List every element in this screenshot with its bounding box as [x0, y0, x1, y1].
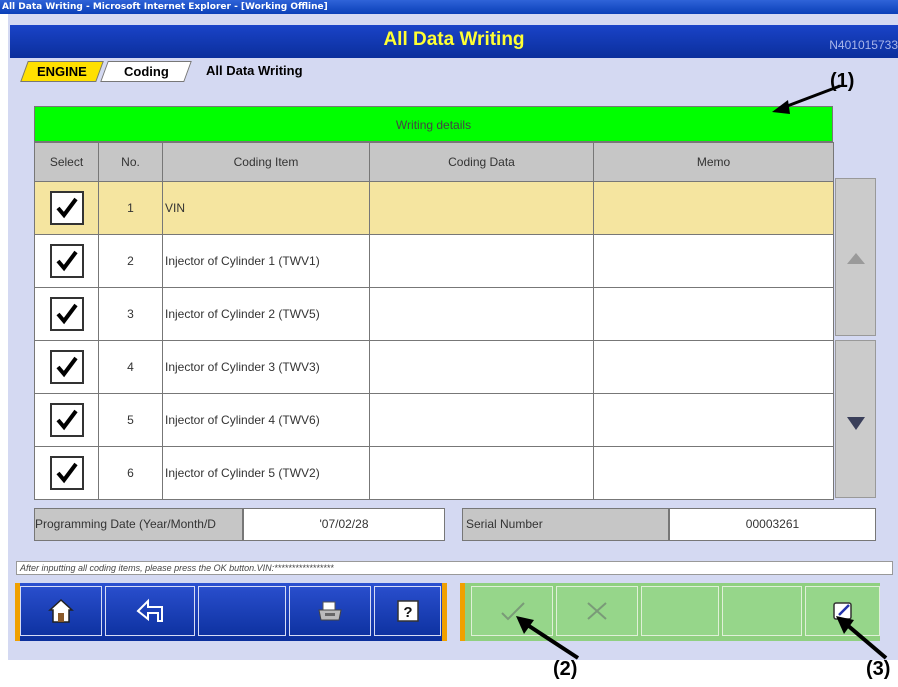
table-row[interactable]: 3 Injector of Cylinder 2 (TWV5) [34, 287, 834, 341]
empty-button-1[interactable] [198, 586, 286, 636]
breadcrumb-engine-label: ENGINE [37, 64, 87, 79]
breadcrumb-current: All Data Writing [206, 63, 303, 78]
scroll-down-button[interactable] [835, 340, 876, 498]
table-row[interactable]: 4 Injector of Cylinder 3 (TWV3) [34, 340, 834, 394]
row-coding-item: VIN [162, 181, 370, 235]
triangle-up-icon [847, 253, 865, 264]
column-header-memo: Memo [593, 142, 834, 182]
row-number: 1 [98, 181, 163, 235]
row-number: 2 [98, 234, 163, 288]
triangle-down-icon [847, 417, 865, 430]
column-header-no: No. [98, 142, 163, 182]
info-row: Programming Date (Year/Month/D '07/02/28… [34, 508, 876, 541]
writing-details-header: Writing details [34, 106, 833, 142]
breadcrumb-coding-label: Coding [123, 64, 169, 79]
row-coding-item: Injector of Cylinder 5 (TWV2) [162, 446, 370, 500]
row-select-cell [34, 287, 99, 341]
checkmark-icon [55, 250, 78, 272]
page-title: All Data Writing [383, 29, 525, 50]
row-coding-item: Injector of Cylinder 4 (TWV6) [162, 393, 370, 447]
home-icon [48, 598, 74, 623]
row-memo [593, 340, 834, 394]
serial-number-label: Serial Number [462, 508, 669, 541]
row-coding-data [369, 446, 594, 500]
screen-id: N401015733 [829, 38, 898, 52]
breadcrumb-coding[interactable]: Coding [100, 61, 192, 82]
table-row[interactable]: 6 Injector of Cylinder 5 (TWV2) [34, 446, 834, 500]
row-select-cell [34, 234, 99, 288]
back-button[interactable] [105, 586, 195, 636]
row-coding-item: Injector of Cylinder 1 (TWV1) [162, 234, 370, 288]
row-checkbox[interactable] [49, 403, 84, 437]
serial-number-value: 00003261 [669, 508, 876, 541]
print-icon [318, 601, 342, 621]
toolbar-left: ? [15, 583, 447, 641]
row-number: 3 [98, 287, 163, 341]
row-coding-item: Injector of Cylinder 2 (TWV5) [162, 287, 370, 341]
row-coding-data [369, 340, 594, 394]
table-row[interactable]: 1 VIN [34, 181, 834, 235]
help-button[interactable]: ? [374, 586, 441, 636]
callout-3-arrow [836, 616, 888, 660]
checkmark-icon [55, 409, 78, 431]
coding-table: Select No. Coding Item Coding Data Memo … [34, 142, 834, 500]
row-number: 4 [98, 340, 163, 394]
programming-date-label: Programming Date (Year/Month/D [34, 508, 243, 541]
home-button[interactable] [20, 586, 102, 636]
row-memo [593, 446, 834, 500]
breadcrumb-engine[interactable]: ENGINE [20, 61, 104, 82]
row-memo [593, 181, 834, 235]
row-select-cell [34, 181, 99, 235]
row-memo [593, 234, 834, 288]
row-checkbox[interactable] [49, 350, 84, 384]
svg-text:?: ? [403, 604, 412, 621]
row-number: 6 [98, 446, 163, 500]
row-memo [593, 393, 834, 447]
help-icon: ? [396, 600, 419, 622]
row-coding-item: Injector of Cylinder 3 (TWV3) [162, 340, 370, 394]
row-coding-data [369, 287, 594, 341]
table-row[interactable]: 2 Injector of Cylinder 1 (TWV1) [34, 234, 834, 288]
column-header-select: Select [34, 142, 99, 182]
row-checkbox[interactable] [49, 191, 84, 225]
empty-button-3[interactable] [722, 586, 802, 636]
column-header-coding-data: Coding Data [369, 142, 594, 182]
status-message: After inputting all coding items, please… [16, 561, 893, 575]
scroll-up-button[interactable] [835, 178, 876, 336]
table-row[interactable]: 5 Injector of Cylinder 4 (TWV6) [34, 393, 834, 447]
row-coding-data [369, 181, 594, 235]
row-memo [593, 287, 834, 341]
row-number: 5 [98, 393, 163, 447]
checkmark-icon [55, 356, 78, 378]
row-checkbox[interactable] [49, 297, 84, 331]
row-select-cell [34, 393, 99, 447]
back-icon [136, 598, 163, 622]
checkmark-icon [55, 462, 78, 484]
row-coding-data [369, 234, 594, 288]
callout-2-arrow [516, 616, 580, 660]
row-checkbox[interactable] [49, 456, 84, 490]
row-coding-data [369, 393, 594, 447]
programming-date-value: '07/02/28 [243, 508, 445, 541]
row-checkbox[interactable] [49, 244, 84, 278]
checkmark-icon [55, 303, 78, 325]
print-button[interactable] [289, 586, 371, 636]
window-title-bar: All Data Writing - Microsoft Internet Ex… [0, 0, 898, 14]
table-header-row: Select No. Coding Item Coding Data Memo [34, 142, 834, 182]
callout-1-arrow [772, 84, 841, 114]
row-select-cell [34, 340, 99, 394]
column-header-coding-item: Coding Item [162, 142, 370, 182]
row-select-cell [34, 446, 99, 500]
checkmark-icon [55, 197, 78, 219]
empty-button-2[interactable] [641, 586, 719, 636]
